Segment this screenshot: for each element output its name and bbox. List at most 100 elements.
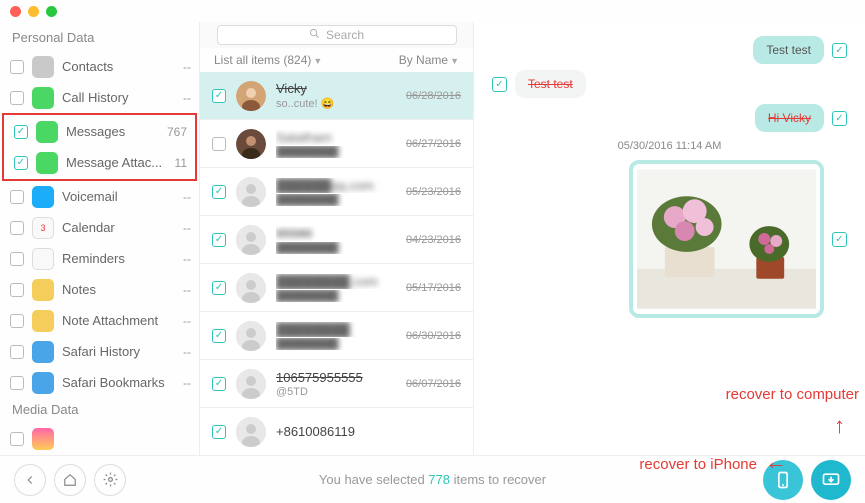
- chat-bubble-outgoing: Hi Vicky: [755, 104, 824, 132]
- checkbox[interactable]: ✓: [212, 233, 226, 247]
- message-preview: ████████: [276, 338, 396, 350]
- reminders-icon: [32, 248, 54, 270]
- sidebar-item-count: --: [183, 60, 191, 74]
- highlight-annotation: ✓ Messages 767 ✓ Message Attac... 11: [2, 113, 197, 181]
- checkbox[interactable]: ✓: [212, 185, 226, 199]
- filter-sort-dropdown[interactable]: By Name▼: [399, 53, 459, 67]
- recover-to-iphone-button[interactable]: [763, 460, 803, 500]
- message-name: 106575955555: [276, 370, 396, 385]
- search-icon: [309, 28, 320, 42]
- avatar: [236, 225, 266, 255]
- sidebar-item-count: --: [183, 376, 191, 390]
- chat-bubble-incoming: Test test: [515, 70, 586, 98]
- voicemail-icon: [32, 186, 54, 208]
- message-list-item[interactable]: ✓ 106575955555 @5TD 06/07/2016: [200, 360, 473, 408]
- message-name: Vicky: [276, 81, 396, 96]
- bookmark-icon: [32, 372, 54, 394]
- checkbox[interactable]: ✓: [212, 281, 226, 295]
- sidebar-item-count: --: [183, 345, 191, 359]
- sidebar-item-label: Safari History: [62, 344, 175, 359]
- checkbox[interactable]: ✓: [212, 329, 226, 343]
- avatar: [236, 129, 266, 159]
- safari-icon: [32, 341, 54, 363]
- sidebar-item-voicemail[interactable]: Voicemail --: [0, 181, 199, 212]
- sidebar-item-attach[interactable]: ✓ Message Attac... 11: [4, 147, 195, 178]
- sidebar-item-phone[interactable]: Call History --: [0, 82, 199, 113]
- bottom-toolbar: You have selected 778 items to recover: [0, 455, 865, 503]
- checkbox[interactable]: [10, 432, 24, 446]
- avatar: [236, 321, 266, 351]
- message-preview: ████████: [276, 290, 396, 302]
- checkbox[interactable]: ✓: [14, 125, 28, 139]
- back-button[interactable]: [14, 464, 46, 496]
- checkbox[interactable]: ✓: [212, 89, 226, 103]
- maximize-window-button[interactable]: [46, 6, 57, 17]
- checkbox[interactable]: ✓: [212, 377, 226, 391]
- sidebar-item-safari[interactable]: Safari History --: [0, 336, 199, 367]
- sidebar-item-label: Call History: [62, 90, 175, 105]
- message-list-item[interactable]: ✓ ████████.com ████████ 05/17/2016: [200, 264, 473, 312]
- flower-photo-icon: [637, 168, 816, 310]
- message-list-item[interactable]: ✓ +8610086119: [200, 408, 473, 455]
- msg-icon: [36, 121, 58, 143]
- checkbox[interactable]: [10, 283, 24, 297]
- checkbox[interactable]: [10, 91, 24, 105]
- minimize-window-button[interactable]: [28, 6, 39, 17]
- message-list-panel: Search List all items (824)▼ By Name▼ ✓ …: [199, 22, 474, 455]
- checkbox[interactable]: [10, 252, 24, 266]
- message-list-item[interactable]: ✓ 95580 ████████ 04/23/2016: [200, 216, 473, 264]
- message-list-item[interactable]: ✓ Vicky so..cute! 😄 06/28/2016: [200, 72, 473, 120]
- message-list-item[interactable]: ✓ ████████ ████████ 06/30/2016: [200, 312, 473, 360]
- checkbox[interactable]: ✓: [14, 156, 28, 170]
- filter-row: List all items (824)▼ By Name▼: [200, 48, 473, 72]
- bubble-checkbox[interactable]: ✓: [492, 77, 507, 92]
- sidebar-item-noteattach[interactable]: Note Attachment --: [0, 305, 199, 336]
- message-list-item[interactable]: ✓ ██████qq.com ████████ 05/23/2016: [200, 168, 473, 216]
- sidebar-item-label: Reminders: [62, 251, 175, 266]
- sidebar-item-bookmark[interactable]: Safari Bookmarks --: [0, 367, 199, 398]
- message-date: 06/07/2016: [406, 378, 461, 390]
- search-input[interactable]: Search: [217, 25, 457, 45]
- chat-image-attachment[interactable]: [629, 160, 824, 318]
- sidebar-item-label: Note Attachment: [62, 313, 175, 328]
- sidebar-item-notes[interactable]: Notes --: [0, 274, 199, 305]
- message-name: Satatham: [276, 130, 396, 145]
- sidebar-item-label: Voicemail: [62, 189, 175, 204]
- sidebar-item-count: --: [183, 190, 191, 204]
- filter-list-dropdown[interactable]: List all items (824)▼: [214, 53, 399, 67]
- checkbox[interactable]: ✓: [212, 425, 226, 439]
- settings-button[interactable]: [94, 464, 126, 496]
- sidebar-item-reminders[interactable]: Reminders --: [0, 243, 199, 274]
- sidebar-item-count: 11: [175, 156, 187, 170]
- bubble-checkbox[interactable]: ✓: [832, 111, 847, 126]
- bubble-checkbox[interactable]: ✓: [832, 232, 847, 247]
- checkbox[interactable]: [10, 60, 24, 74]
- message-preview: ████████: [276, 194, 396, 206]
- message-preview: ████████: [276, 146, 396, 158]
- sidebar-item-msg[interactable]: ✓ Messages 767: [4, 116, 195, 147]
- attach-icon: [36, 152, 58, 174]
- sidebar-item-count: --: [183, 91, 191, 105]
- checkbox[interactable]: [10, 345, 24, 359]
- sidebar-item-count: --: [183, 314, 191, 328]
- noteattach-icon: [32, 310, 54, 332]
- avatar: [236, 81, 266, 111]
- bubble-checkbox[interactable]: ✓: [832, 43, 847, 58]
- checkbox[interactable]: [10, 314, 24, 328]
- message-list-item[interactable]: Satatham ████████ 06/27/2016: [200, 120, 473, 168]
- close-window-button[interactable]: [10, 6, 21, 17]
- conversation-preview: Test test ✓ ✓ Test test Hi Vicky ✓ 05/30…: [474, 22, 865, 455]
- sidebar-item-contacts[interactable]: Contacts --: [0, 51, 199, 82]
- checkbox[interactable]: [10, 376, 24, 390]
- sidebar-item-label: Safari Bookmarks: [62, 375, 175, 390]
- home-button[interactable]: [54, 464, 86, 496]
- sidebar-item-media[interactable]: [0, 423, 199, 454]
- notes-icon: [32, 279, 54, 301]
- checkbox[interactable]: [212, 137, 226, 151]
- sidebar-section-media: Media Data: [0, 398, 199, 423]
- search-placeholder: Search: [326, 28, 364, 42]
- checkbox[interactable]: [10, 221, 24, 235]
- recover-to-computer-button[interactable]: [811, 460, 851, 500]
- checkbox[interactable]: [10, 190, 24, 204]
- sidebar-item-calendar[interactable]: 3 Calendar --: [0, 212, 199, 243]
